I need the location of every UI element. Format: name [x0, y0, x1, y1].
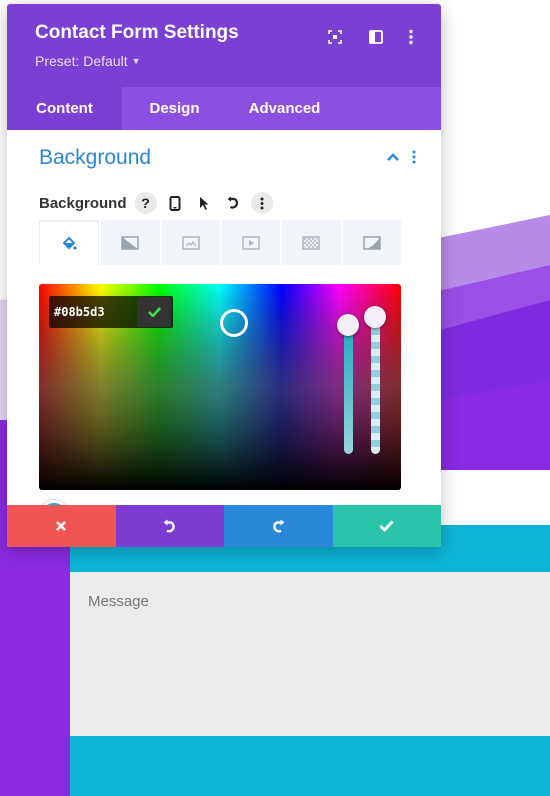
pattern-icon[interactable]	[282, 220, 341, 265]
gradient-icon[interactable]	[101, 220, 160, 265]
opacity-slider[interactable]	[371, 314, 380, 454]
undo-icon	[163, 519, 176, 532]
color-picker-handle[interactable]	[220, 309, 248, 337]
device-icon[interactable]	[164, 192, 186, 214]
redo-icon	[272, 519, 285, 532]
preset-selector[interactable]: Preset: Default ▼	[35, 53, 141, 69]
hue-slider[interactable]	[344, 322, 353, 454]
expand-icon[interactable]	[324, 26, 346, 48]
hex-color-input[interactable]	[49, 296, 137, 328]
check-icon	[379, 520, 394, 532]
more-vertical-icon[interactable]	[411, 150, 423, 168]
undo-button[interactable]	[115, 505, 224, 547]
opacity-slider-knob[interactable]	[364, 306, 386, 328]
color-fill-icon[interactable]	[39, 220, 100, 265]
image-icon[interactable]	[161, 220, 220, 265]
hex-confirm-button[interactable]	[137, 297, 171, 327]
redo-button[interactable]	[224, 505, 333, 547]
settings-content: Background Background ?	[7, 130, 441, 505]
help-icon[interactable]: ?	[134, 192, 157, 214]
mask-icon[interactable]	[342, 220, 401, 265]
tab-advanced[interactable]: Advanced	[227, 87, 342, 130]
close-icon	[56, 521, 67, 531]
modal-action-bar	[7, 505, 441, 547]
tab-design[interactable]: Design	[122, 87, 227, 130]
section-title[interactable]: Background	[39, 146, 151, 170]
color-picker-canvas[interactable]	[39, 284, 401, 490]
tab-content[interactable]: Content	[7, 87, 122, 130]
settings-tabs: Content Design Advanced	[7, 87, 441, 130]
caret-down-icon: ▼	[131, 56, 141, 66]
message-input[interactable]	[88, 593, 532, 610]
save-button[interactable]	[332, 505, 441, 547]
modal-title: Contact Form Settings	[35, 22, 239, 43]
hex-input-group	[49, 296, 173, 328]
page-white-strip	[440, 470, 550, 525]
modal-header[interactable]: Contact Form Settings Preset: Default ▼	[7, 4, 441, 87]
video-icon[interactable]	[221, 220, 281, 265]
preset-label: Preset: Default	[35, 53, 128, 69]
discard-button[interactable]	[7, 505, 116, 547]
field-label-row: Background ?	[39, 192, 280, 214]
more-vertical-icon[interactable]	[400, 26, 422, 48]
hue-slider-knob[interactable]	[337, 314, 359, 336]
split-view-icon[interactable]	[365, 26, 387, 48]
hover-cursor-icon[interactable]	[193, 192, 215, 214]
reset-icon[interactable]	[222, 192, 244, 214]
settings-modal: Contact Form Settings Preset: Default ▼ C…	[7, 4, 441, 547]
background-type-tabs	[39, 220, 401, 265]
field-label: Background	[39, 194, 127, 212]
message-field[interactable]	[70, 572, 550, 736]
chevron-up-icon[interactable]	[385, 150, 405, 168]
more-vertical-icon[interactable]	[250, 192, 273, 214]
